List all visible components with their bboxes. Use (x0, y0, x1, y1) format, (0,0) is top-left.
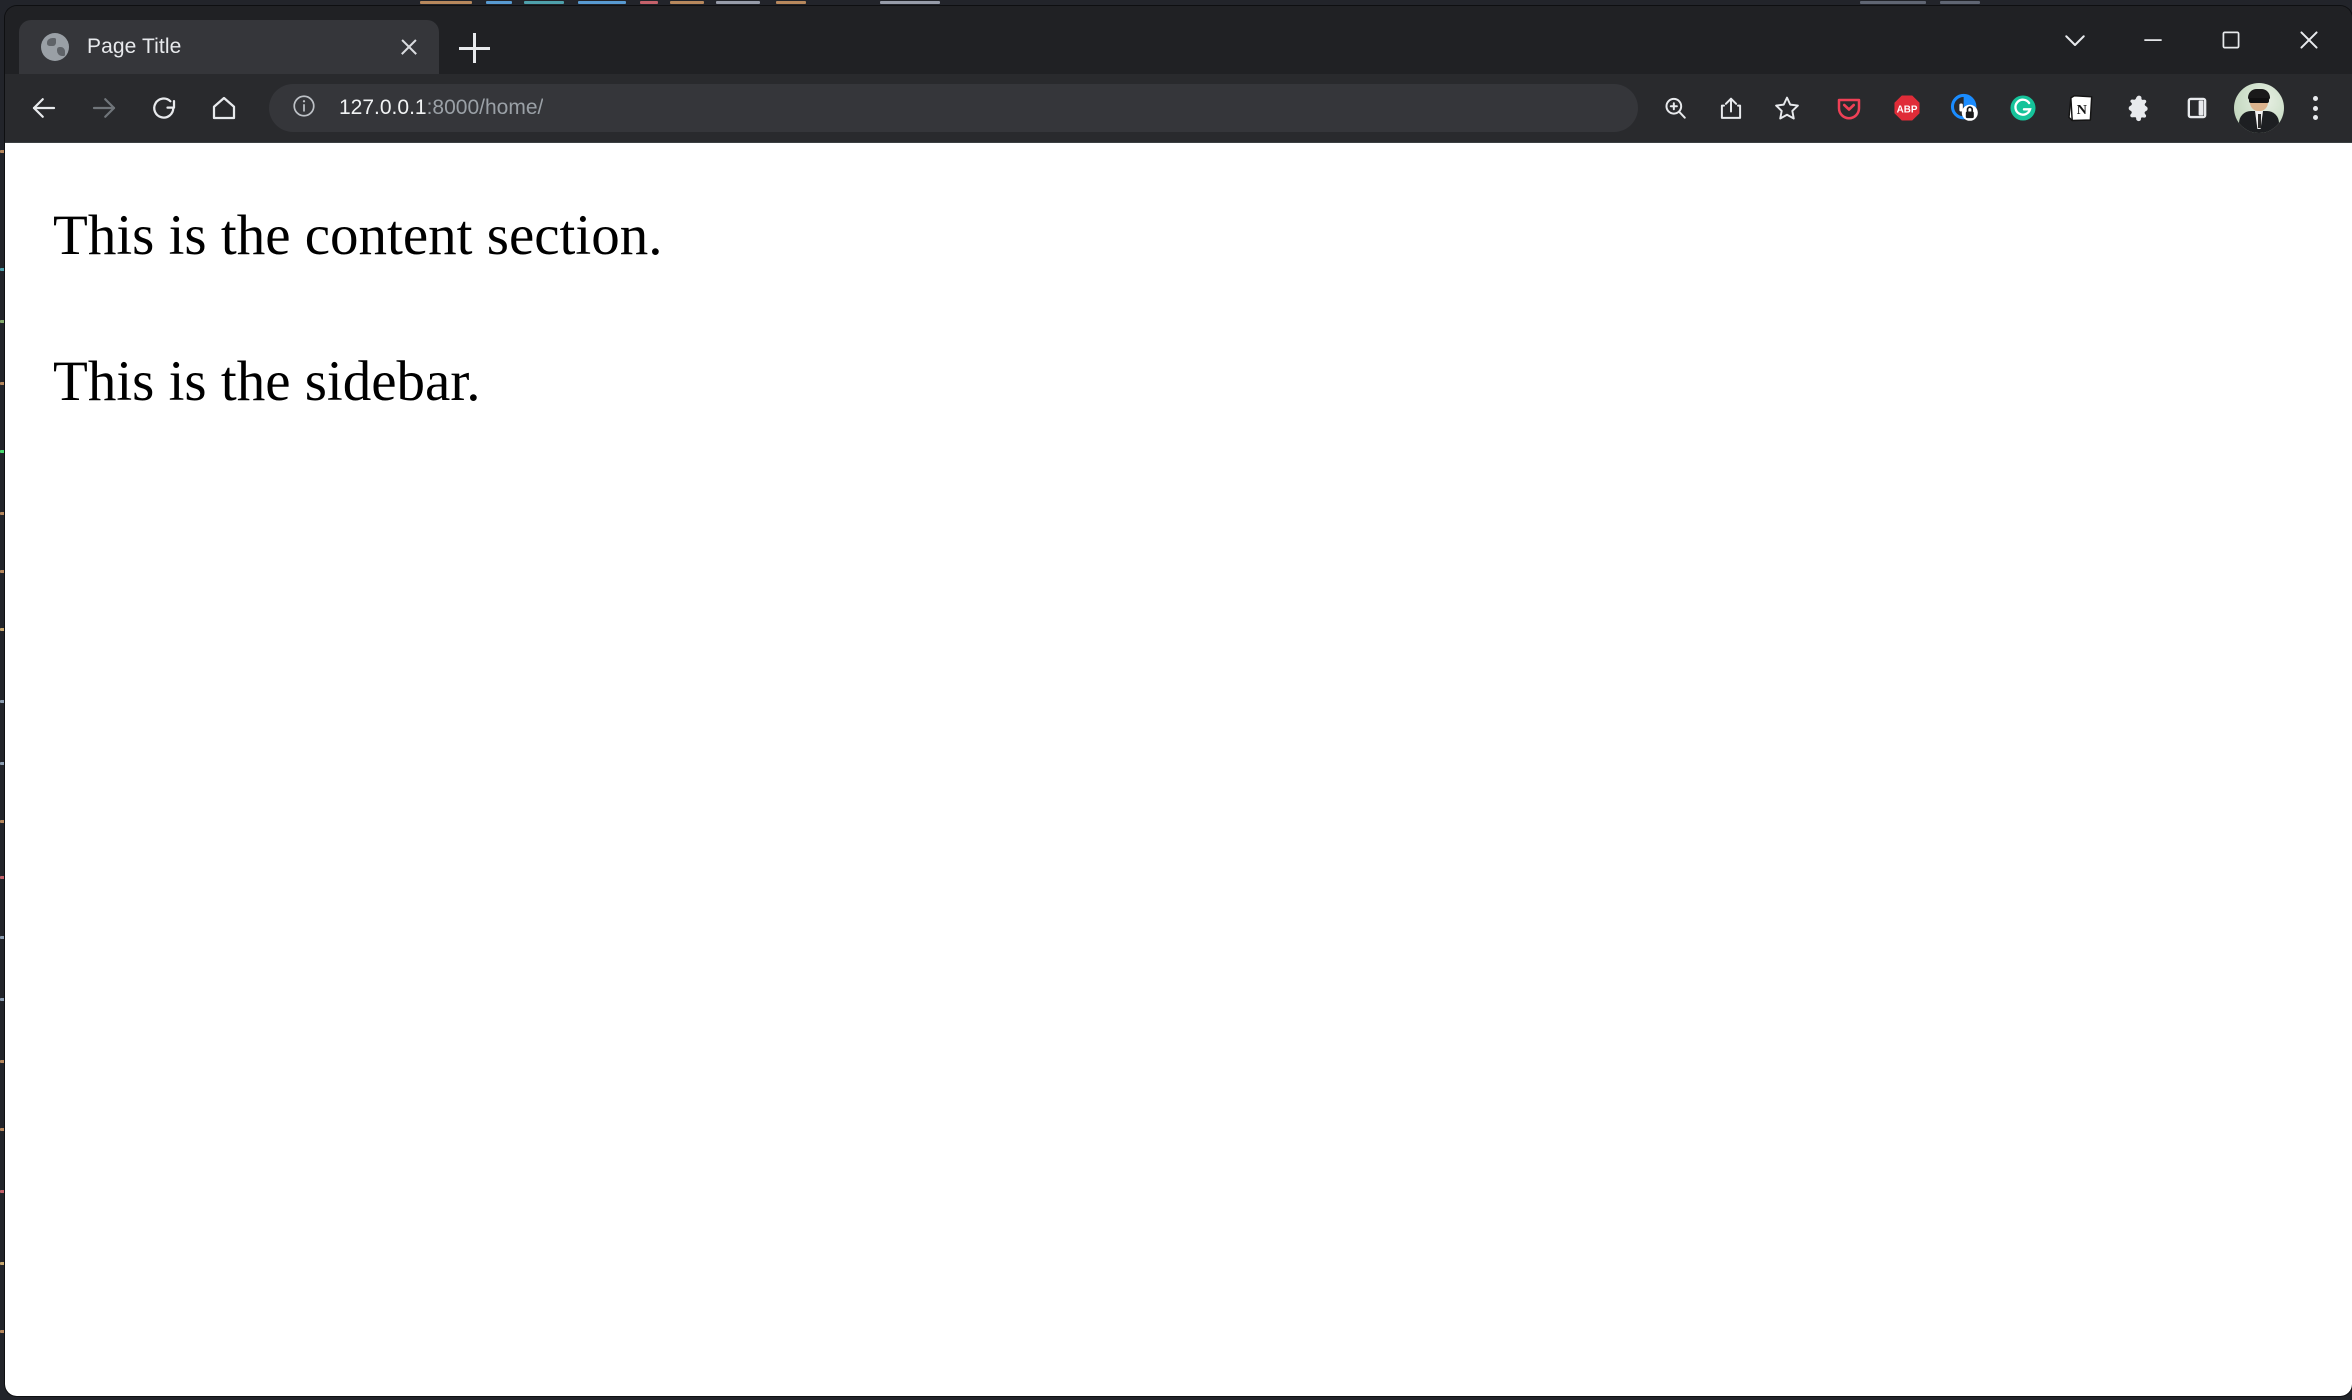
side-panel-icon (2187, 97, 2207, 119)
tab-title: Page Title (87, 35, 182, 58)
close-icon (2300, 31, 2318, 49)
maximize-button[interactable] (2192, 9, 2270, 71)
bookmark-button[interactable] (1760, 81, 1814, 135)
sidebar-section-text: This is the sidebar. (53, 350, 481, 414)
magnifier-plus-icon (1665, 97, 1686, 119)
toolbar-actions (1648, 81, 1816, 135)
pocket-extension-button[interactable] (1824, 83, 1874, 133)
home-button[interactable] (197, 81, 251, 135)
new-tab-button[interactable] (457, 30, 493, 66)
abp-icon: ABP (1894, 95, 1920, 121)
svg-text:ABP: ABP (1897, 105, 1918, 116)
adblock-plus-extension-button[interactable]: ABP (1882, 83, 1932, 133)
backdrop-decoration (640, 1, 658, 4)
minimize-icon (2144, 39, 2162, 41)
menu-dot (2312, 96, 2318, 101)
backdrop-decoration (524, 1, 564, 4)
globe-icon (41, 33, 69, 61)
extensions-button[interactable] (2114, 83, 2164, 133)
backdrop-decoration (1940, 1, 1980, 4)
menu-dot (2312, 115, 2318, 120)
tab-search-button[interactable] (2036, 9, 2114, 71)
grammarly-extension-button[interactable] (1998, 83, 2048, 133)
url-host: 127.0.0.1 (339, 96, 427, 119)
window-controls (2036, 6, 2348, 74)
backdrop-decoration (578, 1, 626, 4)
avatar[interactable] (2234, 83, 2284, 133)
backdrop-decoration (880, 1, 940, 4)
three-dots-icon[interactable] (2290, 81, 2340, 135)
back-button[interactable] (17, 81, 71, 135)
backdrop-decoration (420, 1, 472, 4)
browser-toolbar: 127.0.0.1:8000/home/ ABP N (5, 74, 2352, 143)
backdrop-decoration (486, 1, 512, 4)
backdrop-decoration (670, 1, 704, 4)
puzzle-piece-icon (2128, 95, 2148, 122)
avatar-tie (2257, 114, 2261, 128)
notion-extension-button[interactable]: N (2056, 83, 2106, 133)
share-button[interactable] (1704, 81, 1758, 135)
svg-text:N: N (2077, 103, 2087, 118)
arrow-left-icon (32, 98, 56, 118)
browser-window: Page Title 127.0.0.1:8000/home/ ABP N Th… (5, 6, 2352, 1396)
zoom-button[interactable] (1648, 81, 1702, 135)
arrow-right-icon (92, 98, 116, 118)
chevron-down-icon (2065, 35, 2085, 46)
menu-dot (2312, 105, 2318, 111)
extension-icons: ABP N (1824, 83, 2230, 133)
avatar-glasses (2249, 98, 2269, 103)
forward-button[interactable] (77, 81, 131, 135)
close-button[interactable] (2270, 9, 2348, 71)
info-circle-icon[interactable] (291, 93, 317, 124)
maximize-icon (2222, 31, 2240, 49)
pocket-icon (1837, 98, 1861, 120)
page-body: This is the content section. This is the… (5, 143, 2352, 415)
share-icon (1720, 97, 1742, 119)
reload-button[interactable] (137, 81, 191, 135)
close-icon[interactable] (389, 27, 429, 67)
backdrop-decoration (716, 1, 760, 4)
tab-strip: Page Title (5, 6, 2352, 74)
star-icon (1775, 96, 1799, 120)
grammarly-icon (2010, 95, 2036, 121)
backdrop-decoration (1860, 1, 1926, 4)
home-icon (212, 96, 236, 120)
reload-icon (153, 97, 176, 119)
side-panel-button[interactable] (2172, 83, 2222, 133)
page-viewport: This is the content section. This is the… (5, 143, 2352, 1396)
backdrop-decoration (776, 1, 806, 4)
url-path: :8000/home/ (426, 96, 544, 119)
address-bar[interactable]: 127.0.0.1:8000/home/ (269, 84, 1638, 132)
privacy-lock-extension-button[interactable] (1940, 83, 1990, 133)
notion-icon: N (2068, 95, 2093, 122)
lock-circle-icon (1950, 93, 1978, 121)
minimize-button[interactable] (2114, 9, 2192, 71)
browser-tab[interactable]: Page Title (19, 20, 439, 74)
url-text: 127.0.0.1:8000/home/ (339, 96, 543, 120)
content-section-text: This is the content section. (53, 204, 663, 267)
